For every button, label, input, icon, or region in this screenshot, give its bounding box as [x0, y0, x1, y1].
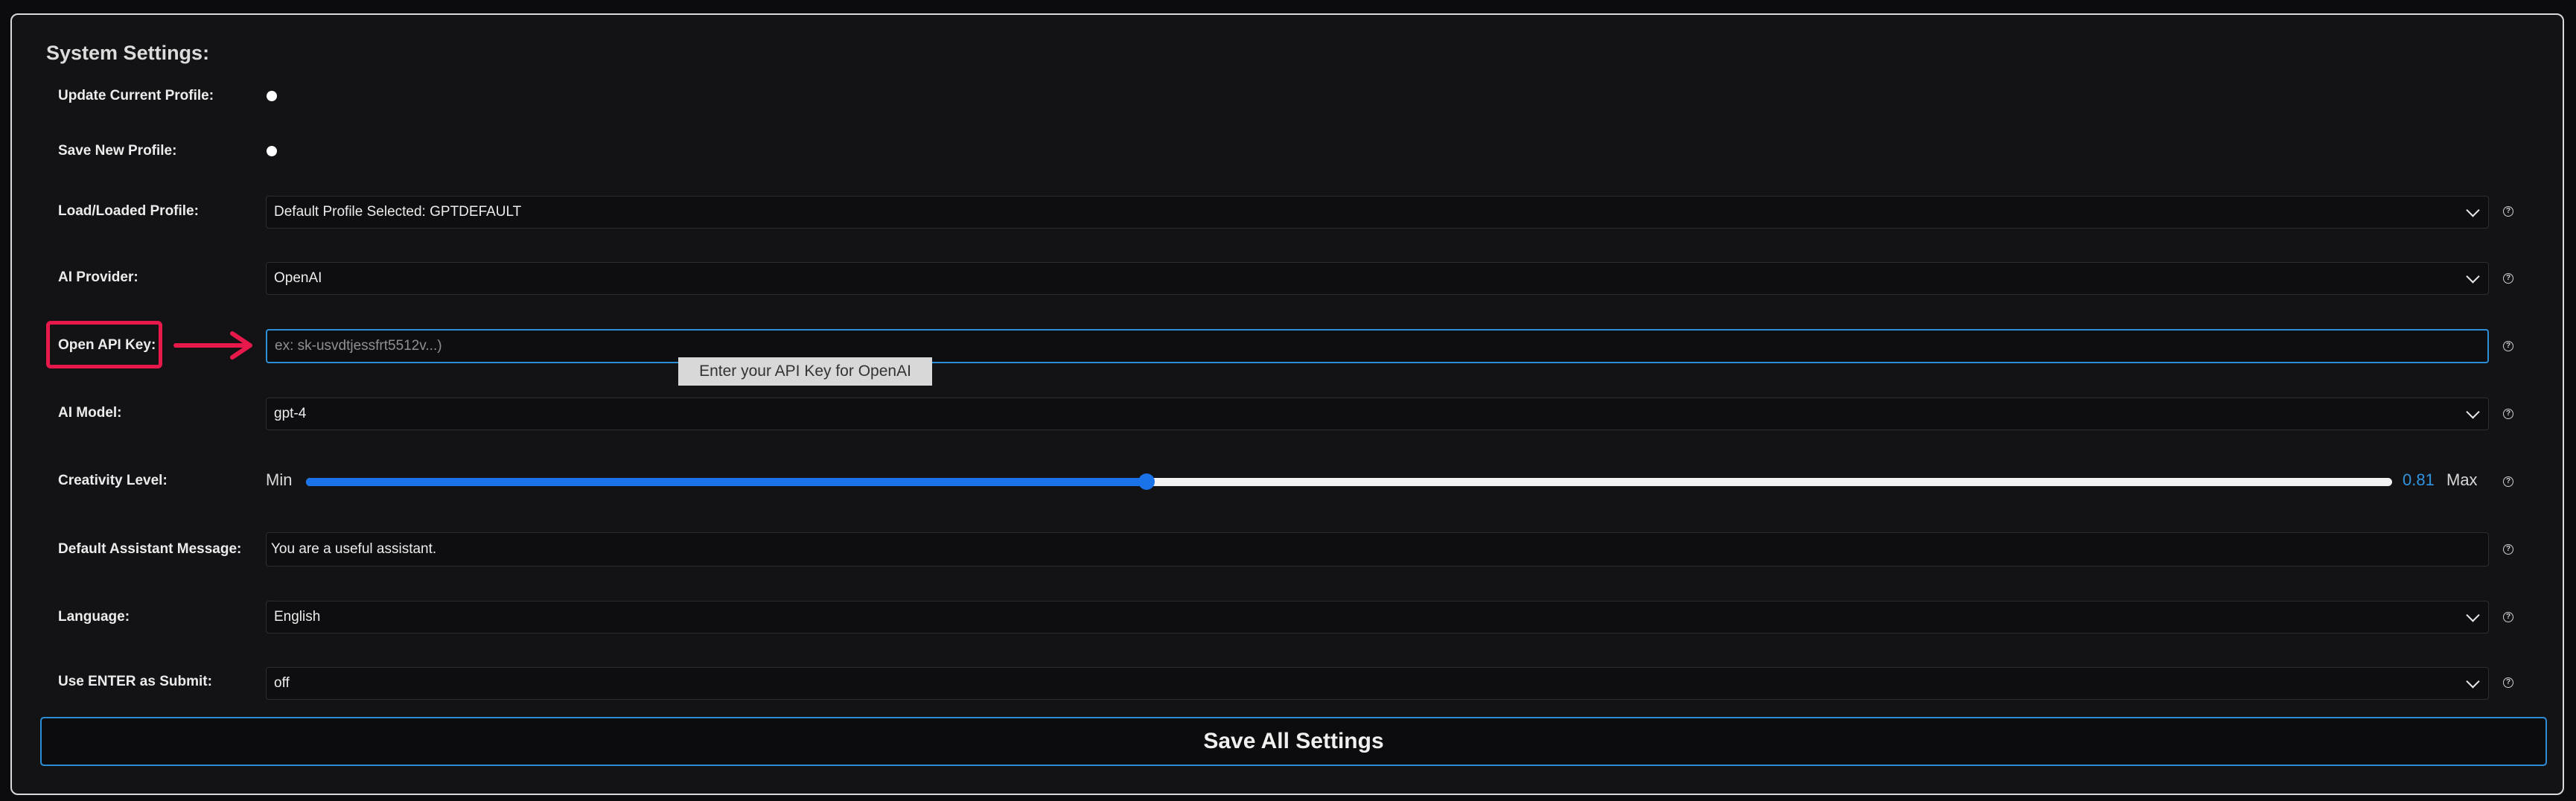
api-key-placeholder: ex: sk-usvdtjessfrt5512v...) — [275, 338, 442, 354]
ai-provider-select[interactable]: OpenAI — [266, 262, 2489, 295]
help-icon[interactable]: ? — [2503, 273, 2513, 284]
slider-min-label: Min — [266, 470, 293, 489]
chevron-down-icon — [2466, 269, 2480, 284]
help-icon[interactable]: ? — [2503, 677, 2513, 688]
arrow-right-icon — [173, 331, 252, 360]
update-profile-radio[interactable] — [267, 91, 277, 101]
ai-model-select[interactable]: gpt-4 — [266, 398, 2489, 430]
help-icon[interactable]: ? — [2503, 206, 2513, 217]
help-icon[interactable]: ? — [2503, 476, 2513, 487]
help-icon[interactable]: ? — [2503, 612, 2513, 622]
enter-submit-value: off — [274, 675, 290, 691]
help-icon[interactable]: ? — [2503, 409, 2513, 419]
enter-submit-label: Use ENTER as Submit: — [58, 674, 212, 689]
chevron-down-icon — [2466, 608, 2480, 622]
chevron-down-icon — [2466, 405, 2480, 419]
creativity-label: Creativity Level: — [58, 473, 168, 488]
language-select[interactable]: English — [266, 601, 2489, 634]
save-profile-radio[interactable] — [267, 146, 277, 156]
load-profile-value: Default Profile Selected: GPTDEFAULT — [274, 204, 522, 220]
help-icon[interactable]: ? — [2503, 341, 2513, 351]
ai-provider-label: AI Provider: — [58, 269, 138, 285]
assistant-message-label: Default Assistant Message: — [58, 541, 242, 557]
ai-model-value: gpt-4 — [274, 406, 307, 421]
save-profile-label: Save New Profile: — [58, 143, 177, 159]
creativity-slider-track[interactable] — [306, 478, 2392, 486]
load-profile-label: Load/Loaded Profile: — [58, 203, 199, 219]
slider-max-label: Max — [2446, 470, 2478, 489]
creativity-value: 0.81 — [2403, 470, 2435, 489]
language-value: English — [274, 609, 321, 625]
creativity-slider-fill — [306, 478, 1147, 486]
chevron-down-icon — [2466, 203, 2480, 217]
api-key-input[interactable]: ex: sk-usvdtjessfrt5512v...) — [266, 329, 2489, 363]
assistant-message-input[interactable]: You are a useful assistant. — [266, 532, 2489, 567]
assistant-message-value: You are a useful assistant. — [271, 541, 437, 557]
load-profile-select[interactable]: Default Profile Selected: GPTDEFAULT — [266, 196, 2489, 229]
save-all-settings-button[interactable]: Save All Settings — [40, 717, 2547, 766]
enter-submit-select[interactable]: off — [266, 667, 2489, 700]
api-key-label: Open API Key: — [58, 337, 156, 353]
update-profile-label: Update Current Profile: — [58, 88, 214, 103]
api-key-tooltip: Enter your API Key for OpenAI — [678, 357, 932, 386]
language-label: Language: — [58, 609, 130, 625]
chevron-down-icon — [2466, 674, 2480, 689]
ai-model-label: AI Model: — [58, 405, 122, 421]
section-title: System Settings: — [46, 42, 210, 64]
help-icon[interactable]: ? — [2503, 544, 2513, 555]
ai-provider-value: OpenAI — [274, 270, 322, 286]
